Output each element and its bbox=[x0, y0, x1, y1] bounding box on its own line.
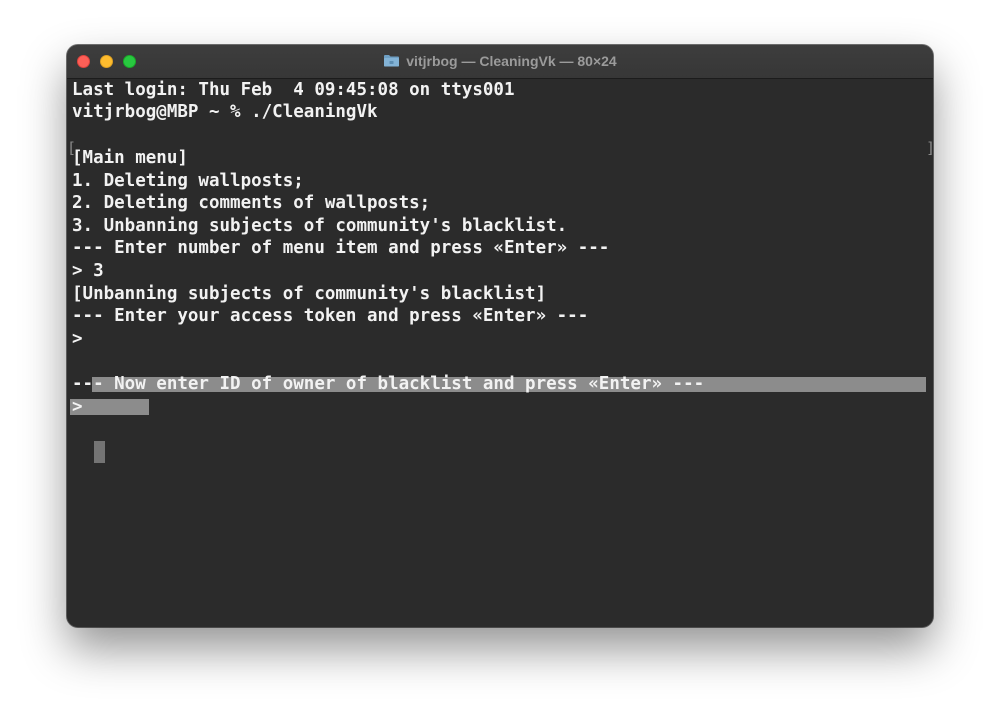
main-menu-header: [Main menu] bbox=[72, 148, 188, 168]
last-login-line: Last login: Thu Feb 4 09:45:08 on ttys00… bbox=[72, 80, 515, 100]
menu-input-line: > 3 bbox=[72, 261, 104, 281]
title-bar[interactable]: vitjrbog — CleaningVk — 80×24 bbox=[67, 45, 933, 79]
current-prompt: > bbox=[72, 397, 83, 417]
folder-icon bbox=[383, 54, 400, 67]
menu-item-2: 2. Deleting comments of wallposts; bbox=[72, 193, 431, 213]
terminal-window: vitjrbog — CleaningVk — 80×24 Last login… bbox=[67, 45, 933, 627]
terminal-content[interactable]: Last login: Thu Feb 4 09:45:08 on ttys00… bbox=[67, 79, 933, 627]
menu-item-1: 1. Deleting wallposts; bbox=[72, 171, 304, 191]
prompt-command-line: vitjrbog@MBP ~ % ./CleaningVk bbox=[72, 102, 378, 122]
text-cursor bbox=[94, 441, 105, 463]
token-input-prefix: > bbox=[72, 329, 83, 349]
unban-header: [Unbanning subjects of community's black… bbox=[72, 284, 547, 304]
mark-right-bracket: ] bbox=[926, 138, 933, 158]
token-prompt: --- Enter your access token and press «E… bbox=[72, 306, 589, 326]
owner-id-prompt: --- Now enter ID of owner of blacklist a… bbox=[72, 374, 705, 394]
menu-item-3: 3. Unbanning subjects of community's bla… bbox=[72, 216, 568, 236]
window-title-wrap: vitjrbog — CleaningVk — 80×24 bbox=[67, 53, 933, 70]
window-title: vitjrbog — CleaningVk — 80×24 bbox=[406, 53, 617, 69]
enter-menu-prompt: --- Enter number of menu item and press … bbox=[72, 238, 610, 258]
